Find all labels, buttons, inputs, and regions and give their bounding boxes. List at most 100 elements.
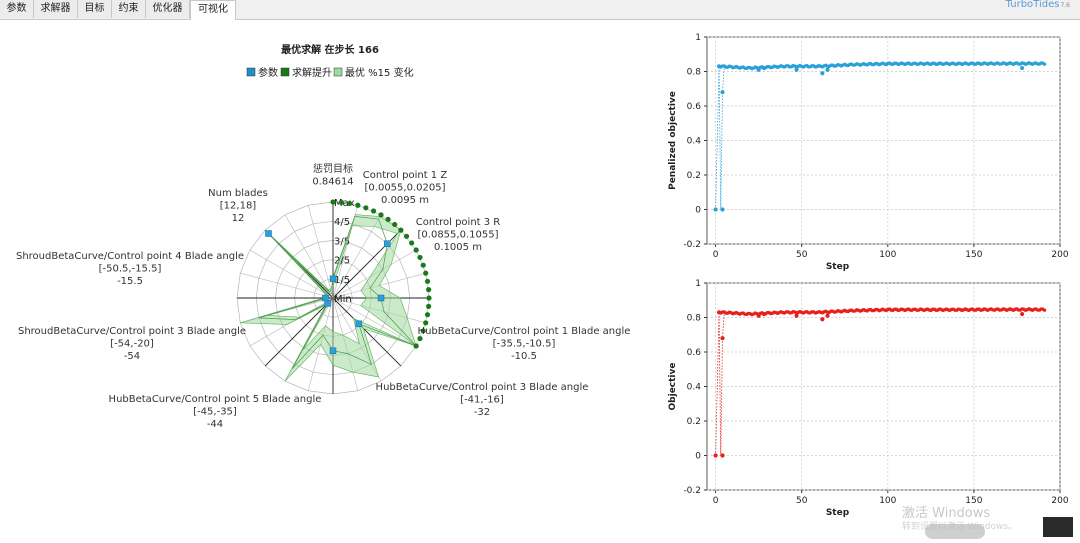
improvement-dot	[423, 270, 429, 276]
axis-label-7: ShroudBetaCurve/Control point 4 Blade an…	[16, 251, 244, 262]
param-marker	[377, 294, 385, 302]
plot-tick-label-y: 1	[695, 33, 701, 43]
improvement-dot	[370, 208, 377, 214]
improvement-dot	[355, 202, 361, 208]
axis-label-7: [-50.5,-15.5]	[99, 264, 162, 275]
legend-swatch	[333, 67, 343, 77]
axis-label-1: Control point 1 Z	[363, 170, 448, 181]
plot-point-outlier	[825, 67, 830, 72]
improvement-dot	[426, 287, 432, 293]
plot-tick-label-x: 200	[1051, 496, 1068, 506]
axis-label-5: HubBetaCurve/Control point 5 Blade angle	[109, 394, 322, 405]
plot-tick-label-x: 150	[965, 250, 982, 260]
plot-tick-label-x: 0	[713, 496, 719, 506]
plot-point-outlier	[720, 453, 725, 458]
plot-point-outlier	[720, 336, 725, 341]
tab-2[interactable]: 目标	[78, 0, 112, 18]
tab-4[interactable]: 优化器	[146, 0, 190, 18]
plot-xlabel: Step	[826, 508, 850, 518]
improvement-dot	[378, 212, 384, 218]
axis-label-1: [0.0055,0.0205]	[365, 183, 446, 194]
app-brand: TurboTides7.6	[1006, 0, 1070, 10]
axis-label-2: Control point 3 R	[416, 217, 501, 228]
axis-label-8: [12,18]	[220, 201, 257, 212]
improvement-dot	[424, 278, 431, 284]
plot-point-outlier	[820, 71, 825, 76]
improvement-dot	[409, 240, 415, 246]
improvement-dot	[423, 320, 429, 326]
legend-label: 参数	[258, 66, 278, 79]
plot-tick-label-y: 0	[695, 452, 701, 462]
plot-point-outlier	[1020, 65, 1025, 71]
improvement-dot	[338, 199, 344, 205]
plot-point-outlier	[720, 207, 725, 212]
plot-point-outlier	[825, 313, 830, 318]
axis-label-6: -54	[124, 351, 140, 362]
plot-tick-label-x: 50	[796, 496, 808, 506]
improvement-dot	[426, 295, 432, 301]
improvement-dot	[420, 262, 426, 268]
plot-xlabel: Step	[826, 262, 850, 272]
param-marker	[384, 240, 391, 247]
axis-label-3: HubBetaCurve/Control point 1 Blade angle	[418, 326, 631, 337]
plot-point-outlier	[761, 65, 766, 71]
axis-label-6: [-54,-20]	[110, 339, 154, 350]
plot-tick-label-y: 0.6	[687, 102, 702, 112]
plot-point-outlier	[713, 453, 718, 458]
axis-label-0: 惩罚目标	[313, 162, 353, 175]
radar-title: 最优求解 在步长 166	[281, 43, 379, 56]
improvement-dot	[398, 227, 404, 233]
improvement-dot	[385, 216, 391, 222]
plot-point-outlier	[820, 317, 825, 322]
tab-5[interactable]: 可视化	[190, 0, 236, 20]
axis-label-3: [-35.5,-10.5]	[493, 339, 556, 350]
axis-label-6: ShroudBetaCurve/Control point 3 Blade an…	[18, 326, 246, 337]
legend-swatch	[280, 67, 290, 77]
improvement-dot	[424, 312, 431, 318]
plot-point-outlier	[716, 310, 722, 315]
axis-label-7: -15.5	[117, 276, 143, 287]
floating-widget[interactable]	[925, 524, 985, 539]
plot-point	[1042, 62, 1047, 66]
plot-tick-label-y: 0.8	[687, 314, 702, 324]
axis-label-2: [0.0855,0.1055]	[418, 230, 499, 241]
improvement-dot	[417, 254, 423, 261]
plot-ylabel: Objective	[668, 363, 678, 411]
plot-point-outlier	[756, 67, 761, 72]
plot-ylabel: Penalized objective	[668, 91, 678, 190]
axis-label-4: -32	[474, 407, 490, 418]
legend-swatch	[246, 67, 256, 77]
plot-tick-label-x: 100	[879, 250, 896, 260]
axis-label-8: Num blades	[208, 188, 268, 199]
improvement-dot	[403, 233, 410, 239]
improvement-dot	[392, 221, 398, 228]
plot-tick-label-x: 50	[796, 250, 808, 260]
plot-tick-label-y: -0.2	[683, 240, 701, 250]
axis-label-5: [-45,-35]	[193, 407, 237, 418]
radar-panel: 最优求解 在步长 166 参数 求解提升 最优 %15 变化 Min 1/5 2/5 3/5 4…	[0, 20, 660, 539]
param-marker	[265, 230, 272, 237]
tab-3[interactable]: 约束	[112, 0, 146, 18]
param-marker	[322, 294, 329, 302]
axis-label-8: 12	[232, 213, 245, 224]
plot-tick-label-y: 0.4	[687, 383, 702, 393]
tab-1[interactable]: 求解器	[34, 0, 78, 18]
axis-label-5: -44	[207, 419, 223, 430]
corner-widget[interactable]	[1043, 517, 1073, 537]
plot-tick-label-y: 0.2	[687, 417, 701, 427]
param-marker	[324, 300, 331, 307]
tab-0[interactable]: 参数	[0, 0, 34, 18]
improvement-dot	[413, 247, 419, 253]
radar-chart: 最优求解 在步长 166参数 求解提升 最优 %15 变化Min1/52/53/54…	[16, 43, 631, 430]
param-marker	[329, 347, 337, 355]
param-marker	[355, 320, 363, 328]
plots-panel: 0 50 100 150 200 -0.2 0 0.2 0.4 0.6 0.8 1 Step Penali…	[660, 20, 1080, 539]
improvement-dot	[347, 200, 353, 207]
plot-tick-label-x: 0	[713, 250, 719, 260]
tab-bar: 参数 求解器 目标 约束 优化器 可视化	[0, 0, 1080, 20]
plot-tick-label-y: -0.2	[683, 486, 701, 496]
history-plots: 0 50 100 150 200 -0.2 0 0.2 0.4 0.6 0.8 1 Step Penali…	[668, 33, 1069, 518]
plot-point-outlier	[716, 64, 722, 69]
axis-label-0: 0.84614	[312, 177, 353, 188]
axis-label-4: [-41,-16]	[460, 395, 504, 406]
